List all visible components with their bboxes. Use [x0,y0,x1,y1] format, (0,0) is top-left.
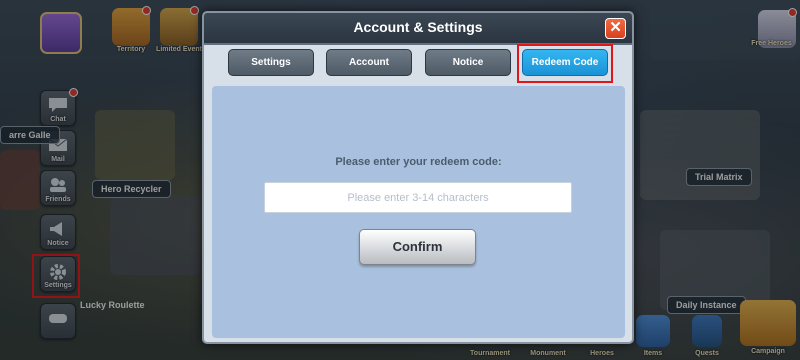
account-settings-dialog: Account & Settings ✕ Settings Account No… [202,11,634,344]
dialog-title: Account & Settings [353,19,483,35]
redeem-tab-highlight-box [517,44,613,83]
redeem-panel: Please enter your redeem code: Confirm [212,86,625,338]
tab-notice[interactable]: Notice [425,49,511,76]
redeem-prompt: Please enter your redeem code: [335,156,502,168]
tab-account[interactable]: Account [326,49,412,76]
redeem-code-input[interactable] [264,182,572,213]
close-icon: ✕ [609,19,622,36]
tab-settings[interactable]: Settings [228,49,314,76]
confirm-button[interactable]: Confirm [359,229,476,265]
dialog-titlebar: Account & Settings ✕ [204,13,632,45]
close-button[interactable]: ✕ [605,18,626,39]
